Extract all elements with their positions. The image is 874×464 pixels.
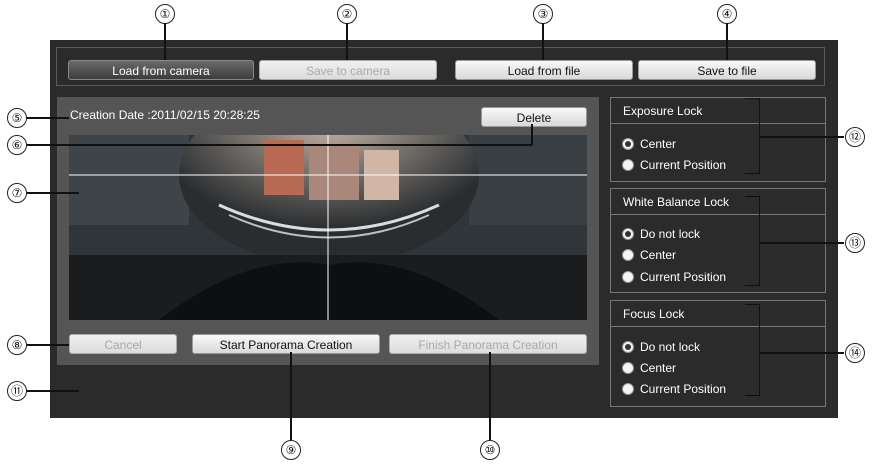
delete-button[interactable]: Delete (481, 107, 587, 127)
callout-line (760, 242, 844, 244)
save-to-camera-button[interactable]: Save to camera (259, 60, 437, 80)
radio-selected-icon[interactable] (622, 137, 634, 150)
radio-selected-icon[interactable] (622, 227, 634, 240)
callout-line (290, 352, 292, 440)
callout-9: ⑨ (281, 440, 301, 460)
radio-icon[interactable] (622, 382, 634, 395)
radio-icon[interactable] (622, 158, 634, 171)
load-from-camera-button[interactable]: Load from camera (68, 60, 254, 80)
wb-option-current[interactable]: Current Position (622, 269, 726, 285)
callout-line (346, 23, 348, 60)
callout-line (542, 23, 544, 60)
callout-line (760, 136, 844, 138)
callout-line (726, 23, 728, 60)
cancel-button[interactable]: Cancel (69, 334, 177, 354)
callout-bracket (745, 196, 760, 286)
callout-line (760, 352, 844, 354)
callout-3: ③ (533, 4, 553, 24)
callout-line (531, 124, 533, 145)
callout-line (164, 23, 166, 60)
radio-icon[interactable] (622, 361, 634, 374)
focus-option-center[interactable]: Center (622, 360, 676, 376)
exposure-lock-title: Exposure Lock (623, 104, 703, 118)
panorama-photo (69, 135, 587, 320)
callout-line (27, 390, 79, 392)
start-panorama-button[interactable]: Start Panorama Creation (192, 334, 380, 354)
callout-line (27, 117, 69, 119)
callout-11: ⑪ (7, 381, 27, 401)
callout-line (489, 352, 491, 440)
callout-12: ⑫ (845, 127, 865, 147)
callout-7: ⑦ (7, 183, 27, 203)
wb-option-do-not-lock[interactable]: Do not lock (622, 226, 700, 242)
callout-line (27, 344, 69, 346)
callout-4: ④ (717, 4, 737, 24)
exposure-option-current[interactable]: Current Position (622, 157, 726, 173)
focus-option-do-not-lock[interactable]: Do not lock (622, 339, 700, 355)
divider (610, 123, 826, 124)
callout-13: ⑬ (845, 233, 865, 253)
callout-bracket (745, 98, 760, 174)
callout-1: ① (155, 4, 175, 24)
callout-line (27, 144, 532, 146)
focus-lock-title: Focus Lock (623, 307, 685, 321)
callout-6: ⑥ (7, 135, 27, 155)
wb-option-center[interactable]: Center (622, 247, 676, 263)
callout-2: ② (337, 4, 357, 24)
finish-panorama-button[interactable]: Finish Panorama Creation (389, 334, 587, 354)
load-from-file-button[interactable]: Load from file (455, 60, 633, 80)
callout-10: ⑩ (480, 440, 500, 460)
save-to-file-button[interactable]: Save to file (638, 60, 816, 80)
divider (610, 214, 826, 215)
radio-icon[interactable] (622, 270, 634, 283)
white-balance-lock-title: White Balance Lock (623, 195, 730, 209)
callout-line (27, 192, 79, 194)
callout-5: ⑤ (7, 108, 27, 128)
creation-date: Creation Date :2011/02/15 20:28:25 (70, 108, 260, 122)
exposure-option-center[interactable]: Center (622, 136, 676, 152)
panorama-image[interactable] (69, 135, 587, 320)
radio-icon[interactable] (622, 248, 634, 261)
focus-option-current[interactable]: Current Position (622, 381, 726, 397)
radio-selected-icon[interactable] (622, 340, 634, 353)
callout-bracket (745, 304, 760, 396)
callout-14: ⑭ (845, 343, 865, 363)
divider (610, 326, 826, 327)
callout-8: ⑧ (7, 335, 27, 355)
